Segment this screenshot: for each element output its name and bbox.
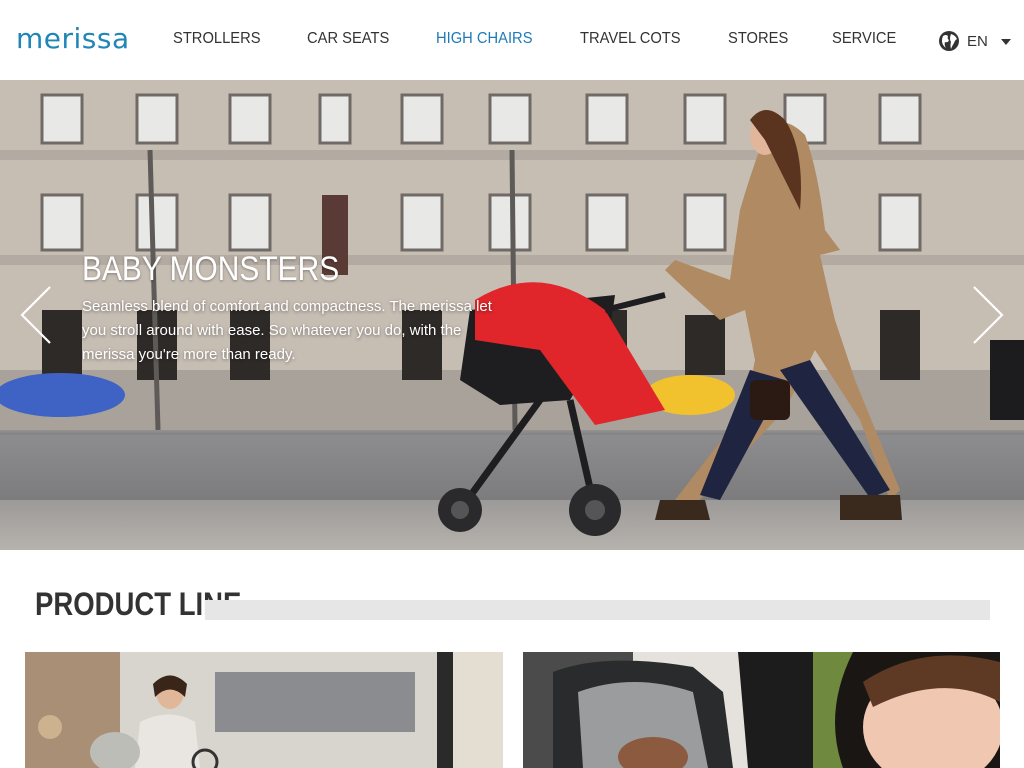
site-header: merissa STROLLERS CAR SEATS HIGH CHAIRS … [0,0,1024,80]
hero-description: Seamless blend of comfort and compactnes… [82,298,492,363]
product-card-strollers[interactable] [25,652,503,768]
language-selector[interactable]: EN [938,30,1011,52]
section-divider [205,600,990,620]
product-image-car-seat [523,652,1001,768]
nav-item-high-chairs[interactable]: HIGH CHAIRS [436,28,533,50]
merissa-logo[interactable]: merissa [16,22,130,56]
chevron-left-icon[interactable] [18,285,54,345]
product-card-car-seats[interactable] [523,652,1001,768]
chevron-right-icon[interactable] [970,285,1006,345]
product-image-mother-stroller [25,652,503,768]
hero-title: BABY MONSTERS [82,250,340,288]
globe-icon [939,31,959,51]
language-label: EN [967,32,988,50]
hero-slider: BABY MONSTERS Seamless blend of comfort … [0,80,1024,550]
caret-down-icon [1000,39,1011,45]
main-nav: STROLLERS CAR SEATS HIGH CHAIRS TRAVEL C… [173,28,941,50]
nav-item-service[interactable]: SERVICE [832,28,896,50]
stroller-woman-image [438,110,902,536]
nav-item-car-seats[interactable]: CAR SEATS [307,28,389,50]
nav-item-strollers[interactable]: STROLLERS [173,28,261,50]
nav-item-travel-cots[interactable]: TRAVEL COTS [580,28,681,50]
nav-item-stores[interactable]: STORES [728,28,788,50]
